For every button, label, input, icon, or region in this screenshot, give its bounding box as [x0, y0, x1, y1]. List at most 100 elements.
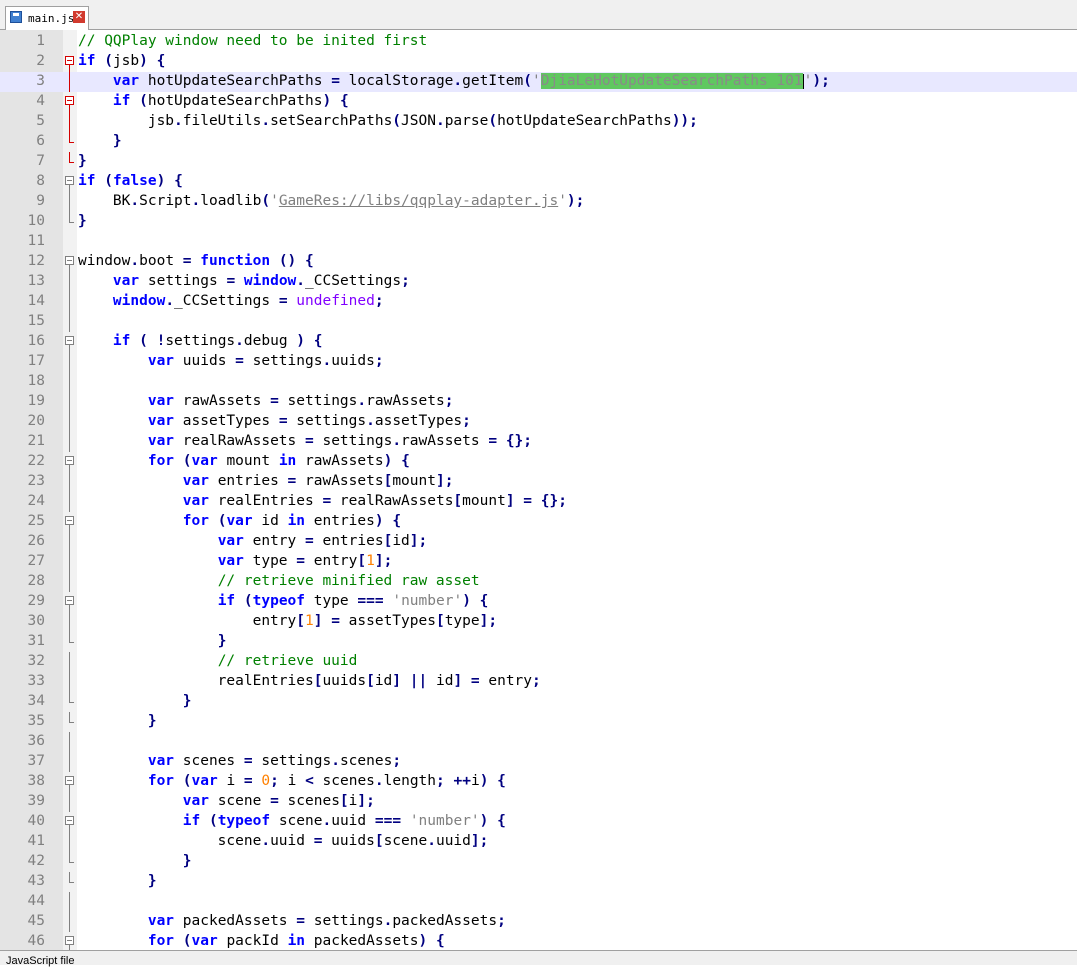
code-token: settings [165, 333, 236, 349]
code-token: ) [418, 933, 428, 949]
code-token: if [217, 593, 236, 609]
code-line[interactable]: 34 } [0, 692, 1077, 712]
code-token: settings [243, 353, 323, 369]
code-line[interactable]: 4 if (hotUpdateSearchPaths) { [0, 92, 1077, 112]
fold-box-icon[interactable] [64, 172, 76, 192]
code-line[interactable]: 16 if ( !settings.debug ) { [0, 332, 1077, 352]
code-editor[interactable]: 1 // QQPlay window need to be inited firs… [0, 32, 1077, 950]
code-text: // retrieve uuid [78, 653, 358, 669]
code-line[interactable]: 36 [0, 732, 1077, 752]
fold-box-icon[interactable] [64, 512, 76, 532]
fold-box-icon[interactable] [64, 772, 76, 792]
code-text: } [78, 133, 122, 149]
code-line[interactable]: 35 } [0, 712, 1077, 732]
code-line[interactable]: 2 if (jsb) { [0, 52, 1077, 72]
code-line[interactable]: 37 var scenes = settings.scenes; [0, 752, 1077, 772]
code-token: ) [296, 333, 306, 349]
code-line[interactable]: 22 for (var mount in rawAssets) { [0, 452, 1077, 472]
code-line[interactable]: 14 window._CCSettings = undefined; [0, 292, 1077, 312]
code-line[interactable]: 44 [0, 892, 1077, 912]
code-text: window._CCSettings = undefined; [78, 293, 384, 309]
code-token: debug [243, 333, 297, 349]
code-line[interactable]: 42 } [0, 852, 1077, 872]
code-token: === [374, 813, 402, 829]
code-token: type [305, 593, 358, 609]
code-line[interactable]: 11 [0, 232, 1077, 252]
fold-end-marker [64, 852, 76, 872]
code-line[interactable]: 17 var uuids = settings.uuids; [0, 352, 1077, 372]
code-line[interactable]: 3 var hotUpdateSearchPaths = localStorag… [0, 72, 1077, 92]
fold-box-icon[interactable] [64, 932, 76, 950]
fold-box-icon[interactable] [64, 452, 76, 472]
code-line[interactable]: 18 [0, 372, 1077, 392]
code-line[interactable]: 41 scene.uuid = uuids[scene.uuid]; [0, 832, 1077, 852]
code-token: < [305, 773, 314, 789]
code-token: } [78, 153, 87, 169]
code-line[interactable]: 33 realEntries[uuids[id] || id] = entry; [0, 672, 1077, 692]
code-line[interactable]: 40 if (typeof scene.uuid === 'number') { [0, 812, 1077, 832]
code-line[interactable]: 1 // QQPlay window need to be inited firs… [0, 32, 1077, 52]
close-icon[interactable]: ✕ [73, 11, 85, 23]
code-token: settings [278, 393, 358, 409]
line-number: 6 [36, 133, 45, 149]
code-line[interactable]: 24 var realEntries = realRawAssets[mount… [0, 492, 1077, 512]
code-token: ; [497, 913, 506, 929]
line-number: 34 [27, 693, 45, 709]
code-line[interactable]: 29 if (typeof type === 'number') { [0, 592, 1077, 612]
fold-box-icon[interactable] [64, 52, 76, 72]
code-line[interactable]: 31 } [0, 632, 1077, 652]
code-line[interactable]: 21 var realRawAssets = settings.rawAsset… [0, 432, 1077, 452]
code-line[interactable]: 19 var rawAssets = settings.rawAssets; [0, 392, 1077, 412]
code-line[interactable]: 43 } [0, 872, 1077, 892]
fold-box-icon[interactable] [64, 332, 76, 352]
code-line[interactable]: 20 var assetTypes = settings.assetTypes; [0, 412, 1077, 432]
code-line[interactable]: 45 var packedAssets = settings.packedAss… [0, 912, 1077, 932]
code-token: rawAssets [366, 393, 445, 409]
code-token: } [78, 213, 87, 229]
fold-line [64, 892, 76, 912]
fold-line [64, 532, 76, 552]
code-line[interactable]: 5 jsb.fileUtils.setSearchPaths(JSON.pars… [0, 112, 1077, 132]
code-line[interactable]: 15 [0, 312, 1077, 332]
code-token: var [217, 553, 244, 569]
code-line[interactable]: 23 var entries = rawAssets[mount]; [0, 472, 1077, 492]
code-line[interactable]: 38 for (var i = 0; i < scenes.length; ++… [0, 772, 1077, 792]
code-token: scenes [313, 773, 375, 789]
code-line[interactable]: 28 // retrieve minified raw asset [0, 572, 1077, 592]
code-line[interactable]: 9 BK.Script.loadlib('GameRes://libs/qqpl… [0, 192, 1077, 212]
code-token: . [383, 913, 393, 929]
code-line[interactable]: 26 var entry = entries[id]; [0, 532, 1077, 552]
code-line[interactable]: 6 } [0, 132, 1077, 152]
code-line[interactable]: 13 var settings = window._CCSettings; [0, 272, 1077, 292]
fold-box-icon[interactable] [64, 92, 76, 112]
fold-box-icon[interactable] [64, 252, 76, 272]
code-line[interactable]: 32 // retrieve uuid [0, 652, 1077, 672]
code-token: uuid [270, 833, 314, 849]
code-token: mount [392, 473, 436, 489]
code-line[interactable]: 10} [0, 212, 1077, 232]
tab-main-js[interactable]: main.js ✕ [5, 6, 89, 30]
code-line[interactable]: 30 entry[1] = assetTypes[type]; [0, 612, 1077, 632]
line-number: 28 [27, 573, 45, 589]
fold-box-icon[interactable] [64, 812, 76, 832]
fold-box-icon[interactable] [64, 592, 76, 612]
code-line[interactable]: 7} [0, 152, 1077, 172]
code-line[interactable]: 12 window.boot = function () { [0, 252, 1077, 272]
code-line[interactable]: 8 if (false) { [0, 172, 1077, 192]
code-line[interactable]: 27 var type = entry[1]; [0, 552, 1077, 572]
code-token: = [287, 473, 297, 489]
code-line[interactable]: 39 var scene = scenes[i]; [0, 792, 1077, 812]
code-text: } [78, 853, 192, 869]
code-line[interactable]: 25 for (var id in entries) { [0, 512, 1077, 532]
code-token: = [278, 413, 288, 429]
code-line[interactable]: 46 for (var packId in packedAssets) { [0, 932, 1077, 950]
code-token: getItem [462, 73, 524, 89]
line-number: 19 [27, 393, 45, 409]
